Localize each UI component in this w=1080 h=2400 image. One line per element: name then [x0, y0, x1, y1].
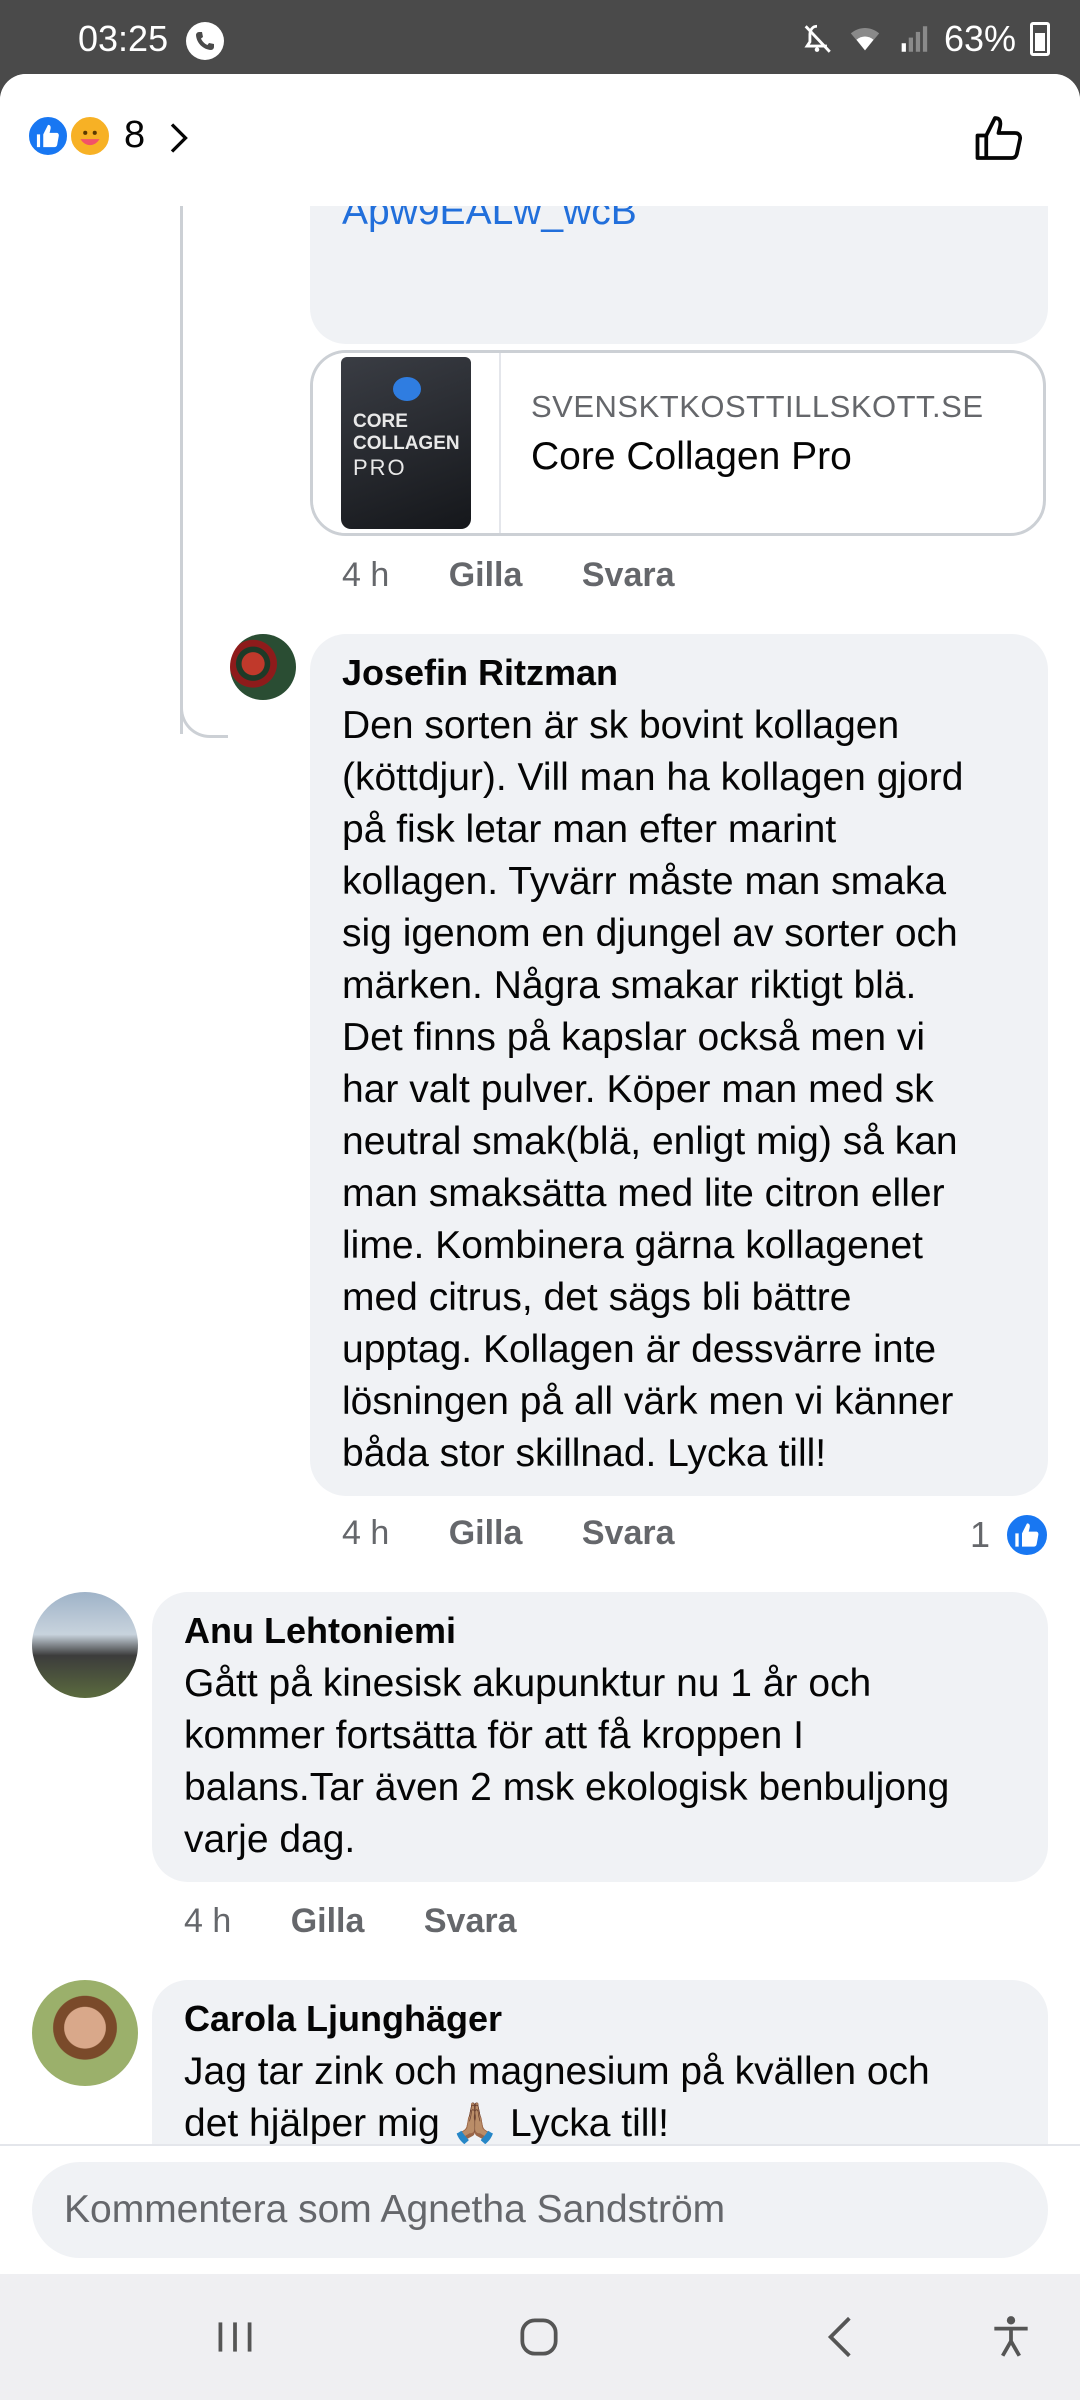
avatar[interactable] [32, 1592, 138, 1698]
chevron-right-icon[interactable] [160, 116, 196, 160]
comment-author[interactable]: Josefin Ritzman [342, 652, 618, 694]
comment-text: Den sorten är sk bovint kollagen (köttdju… [342, 704, 964, 1475]
comment-bubble: Anu Lehtoniemi Gått på kinesisk akupunkt… [152, 1592, 1048, 1882]
product-bag: CORE COLLAGEN PRO [341, 357, 471, 529]
comment-actions: 4 h Gilla Svara [342, 556, 725, 595]
link-title: Core Collagen Pro [531, 435, 852, 478]
like-button[interactable]: Gilla [449, 1514, 523, 1552]
reaction-count[interactable]: 8 [124, 114, 145, 157]
comment-text: Jag tar zink och magnesium på kvällen oc… [184, 2050, 930, 2145]
battery-percent: 63% [943, 18, 1016, 59]
comments-sheet: syulJOfjkVVLpPS1QEozmmYOTwcywaApw9EALw_w… [0, 74, 1080, 2274]
reply-button[interactable]: Svara [582, 556, 675, 594]
comment-author[interactable]: Carola Ljunghäger [184, 1998, 502, 2040]
like-reaction-icon [26, 114, 70, 158]
status-time: 03:25 [78, 18, 169, 59]
comment-actions: 4 h Gilla Svara [184, 1902, 567, 1941]
home-icon[interactable] [514, 2312, 564, 2362]
comment-input[interactable] [32, 2162, 1048, 2258]
comment-actions: 4 h Gilla Svara [342, 1514, 725, 1553]
like-icon[interactable] [970, 108, 1030, 168]
status-bar: 03:25 63% [0, 0, 1080, 74]
comment-time: 4 h [342, 1514, 390, 1552]
avatar[interactable] [32, 1980, 138, 2086]
link-preview-card[interactable]: CORE COLLAGEN PRO SVENSKTKOSTTILLSKOTT.S… [310, 350, 1046, 536]
battery-icon [1030, 22, 1050, 56]
comment-composer [0, 2144, 1080, 2274]
comment-bubble: Josefin Ritzman Den sorten är sk bovint … [310, 634, 1048, 1496]
product-image: CORE COLLAGEN PRO [313, 353, 501, 533]
comment-time: 4 h [342, 556, 390, 594]
like-reaction-icon [1004, 1512, 1050, 1558]
reactions-header: 8 [0, 74, 1080, 206]
like-button[interactable]: Gilla [291, 1902, 365, 1940]
reply-button[interactable]: Svara [424, 1902, 517, 1940]
brand-logo [393, 377, 421, 401]
like-button[interactable]: Gilla [449, 556, 523, 594]
wifi-icon [850, 28, 880, 51]
accessibility-icon[interactable] [986, 2312, 1036, 2362]
recent-apps-icon[interactable] [210, 2312, 260, 2362]
call-icon [186, 22, 224, 60]
link-domain: SVENSKTKOSTTILLSKOTT.SE [531, 389, 984, 424]
comment-author[interactable]: Anu Lehtoniemi [184, 1610, 456, 1652]
thread-line [180, 194, 183, 734]
mute-icon [804, 24, 831, 53]
avatar[interactable] [230, 634, 296, 700]
reaction-count[interactable]: 1 [970, 1514, 990, 1556]
thread-connector [180, 674, 228, 738]
system-nav-bar [0, 2274, 1080, 2400]
reply-button[interactable]: Svara [582, 1514, 675, 1552]
comment-time: 4 h [184, 1902, 232, 1940]
comment-text: Gått på kinesisk akupunktur nu 1 år och k… [184, 1662, 950, 1861]
back-icon[interactable] [816, 2312, 866, 2362]
care-reaction-icon [68, 114, 112, 158]
signal-icon [901, 26, 928, 52]
